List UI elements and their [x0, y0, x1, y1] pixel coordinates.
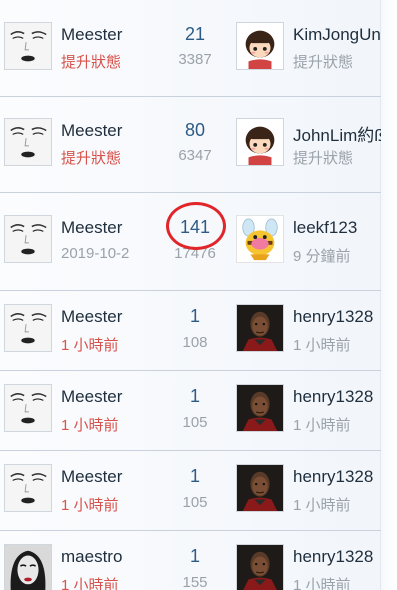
reply-count[interactable]: 1: [165, 306, 225, 327]
last-reply-status: 1 小時前: [293, 497, 351, 514]
last-reply-status: 9 分鐘前: [293, 248, 351, 265]
last-reply-user[interactable]: henry1328: [293, 307, 381, 327]
sketch-face-avatar[interactable]: [4, 464, 52, 512]
view-count: 3387: [178, 51, 212, 68]
thread-row[interactable]: maestro 1 小時前 1 155 henry1328 1 小時前: [0, 544, 381, 590]
man-photo-avatar[interactable]: [236, 544, 284, 590]
sketch-face-avatar[interactable]: [4, 118, 52, 166]
last-reply-status: 1 小時前: [293, 337, 351, 354]
poster-status[interactable]: 提升狀態: [61, 51, 161, 72]
last-reply-user[interactable]: henry1328: [293, 467, 381, 487]
poster-name[interactable]: Meester: [61, 387, 161, 407]
row-divider: [0, 530, 381, 531]
sketch-face-avatar[interactable]: [4, 384, 52, 432]
cartoon-bee-avatar[interactable]: [236, 215, 284, 263]
poster-status[interactable]: 1 小時前: [61, 414, 161, 435]
last-reply-user[interactable]: henry1328: [293, 547, 381, 567]
last-reply-status: 1 小時前: [293, 577, 351, 590]
thread-row[interactable]: Meester 1 小時前 1 105 henry1328 1 小時前: [0, 384, 381, 436]
thread-row[interactable]: Meester 1 小時前 1 105 henry1328 1 小時前: [0, 464, 381, 516]
thread-row[interactable]: Meester 提升狀態 21 3387 KimJongUn 提升狀態: [0, 22, 381, 74]
reply-count[interactable]: 1: [165, 386, 225, 407]
reply-count[interactable]: 1: [165, 546, 225, 567]
sketch-face-avatar[interactable]: [4, 22, 52, 70]
man-photo-avatar[interactable]: [236, 384, 284, 432]
last-reply-user[interactable]: leekf123: [293, 218, 381, 238]
highlight-circle: [166, 202, 226, 250]
reply-count[interactable]: 21: [165, 24, 225, 45]
sketch-face-avatar[interactable]: [4, 215, 52, 263]
last-reply-status: 提升狀態: [293, 54, 354, 71]
woman-face-avatar[interactable]: [4, 544, 52, 590]
poster-status[interactable]: 1 小時前: [61, 494, 161, 515]
last-reply-status: 1 小時前: [293, 417, 351, 434]
view-count: 105: [182, 414, 208, 431]
poster-name[interactable]: Meester: [61, 218, 161, 238]
view-count: 108: [182, 334, 208, 351]
row-divider: [0, 370, 381, 371]
reply-count[interactable]: 1: [165, 466, 225, 487]
sketch-face-avatar[interactable]: [4, 304, 52, 352]
poster-status[interactable]: 提升狀態: [61, 147, 161, 168]
view-count: 105: [182, 494, 208, 511]
view-count: 155: [182, 574, 208, 590]
poster-status: 2019-10-2: [61, 245, 130, 262]
poster-name[interactable]: Meester: [61, 121, 161, 141]
row-divider: [0, 290, 381, 291]
thread-row[interactable]: Meester 提升狀態 80 6347 JohnLim約ß 提升狀態: [0, 118, 381, 170]
last-reply-status: 提升狀態: [293, 150, 354, 167]
row-divider: [0, 96, 381, 97]
poster-status[interactable]: 1 小時前: [61, 574, 161, 590]
poster-name[interactable]: Meester: [61, 467, 161, 487]
view-count: 6347: [178, 147, 212, 164]
poster-name[interactable]: maestro: [61, 547, 161, 567]
last-reply-user[interactable]: JohnLim約ß: [293, 121, 381, 146]
reply-count[interactable]: 80: [165, 120, 225, 141]
last-reply-user[interactable]: henry1328: [293, 387, 381, 407]
cartoon-girl-avatar[interactable]: [236, 118, 284, 166]
poster-status[interactable]: 1 小時前: [61, 334, 161, 355]
man-photo-avatar[interactable]: [236, 304, 284, 352]
poster-name[interactable]: Meester: [61, 307, 161, 327]
cartoon-girl-avatar[interactable]: [236, 22, 284, 70]
poster-name[interactable]: Meester: [61, 25, 161, 45]
last-reply-user[interactable]: KimJongUn: [293, 25, 381, 45]
row-divider: [0, 192, 381, 193]
man-photo-avatar[interactable]: [236, 464, 284, 512]
row-divider: [0, 450, 381, 451]
right-edge-panel: [380, 0, 397, 590]
thread-row[interactable]: Meester 1 小時前 1 108 henry1328 1 小時前: [0, 304, 381, 356]
